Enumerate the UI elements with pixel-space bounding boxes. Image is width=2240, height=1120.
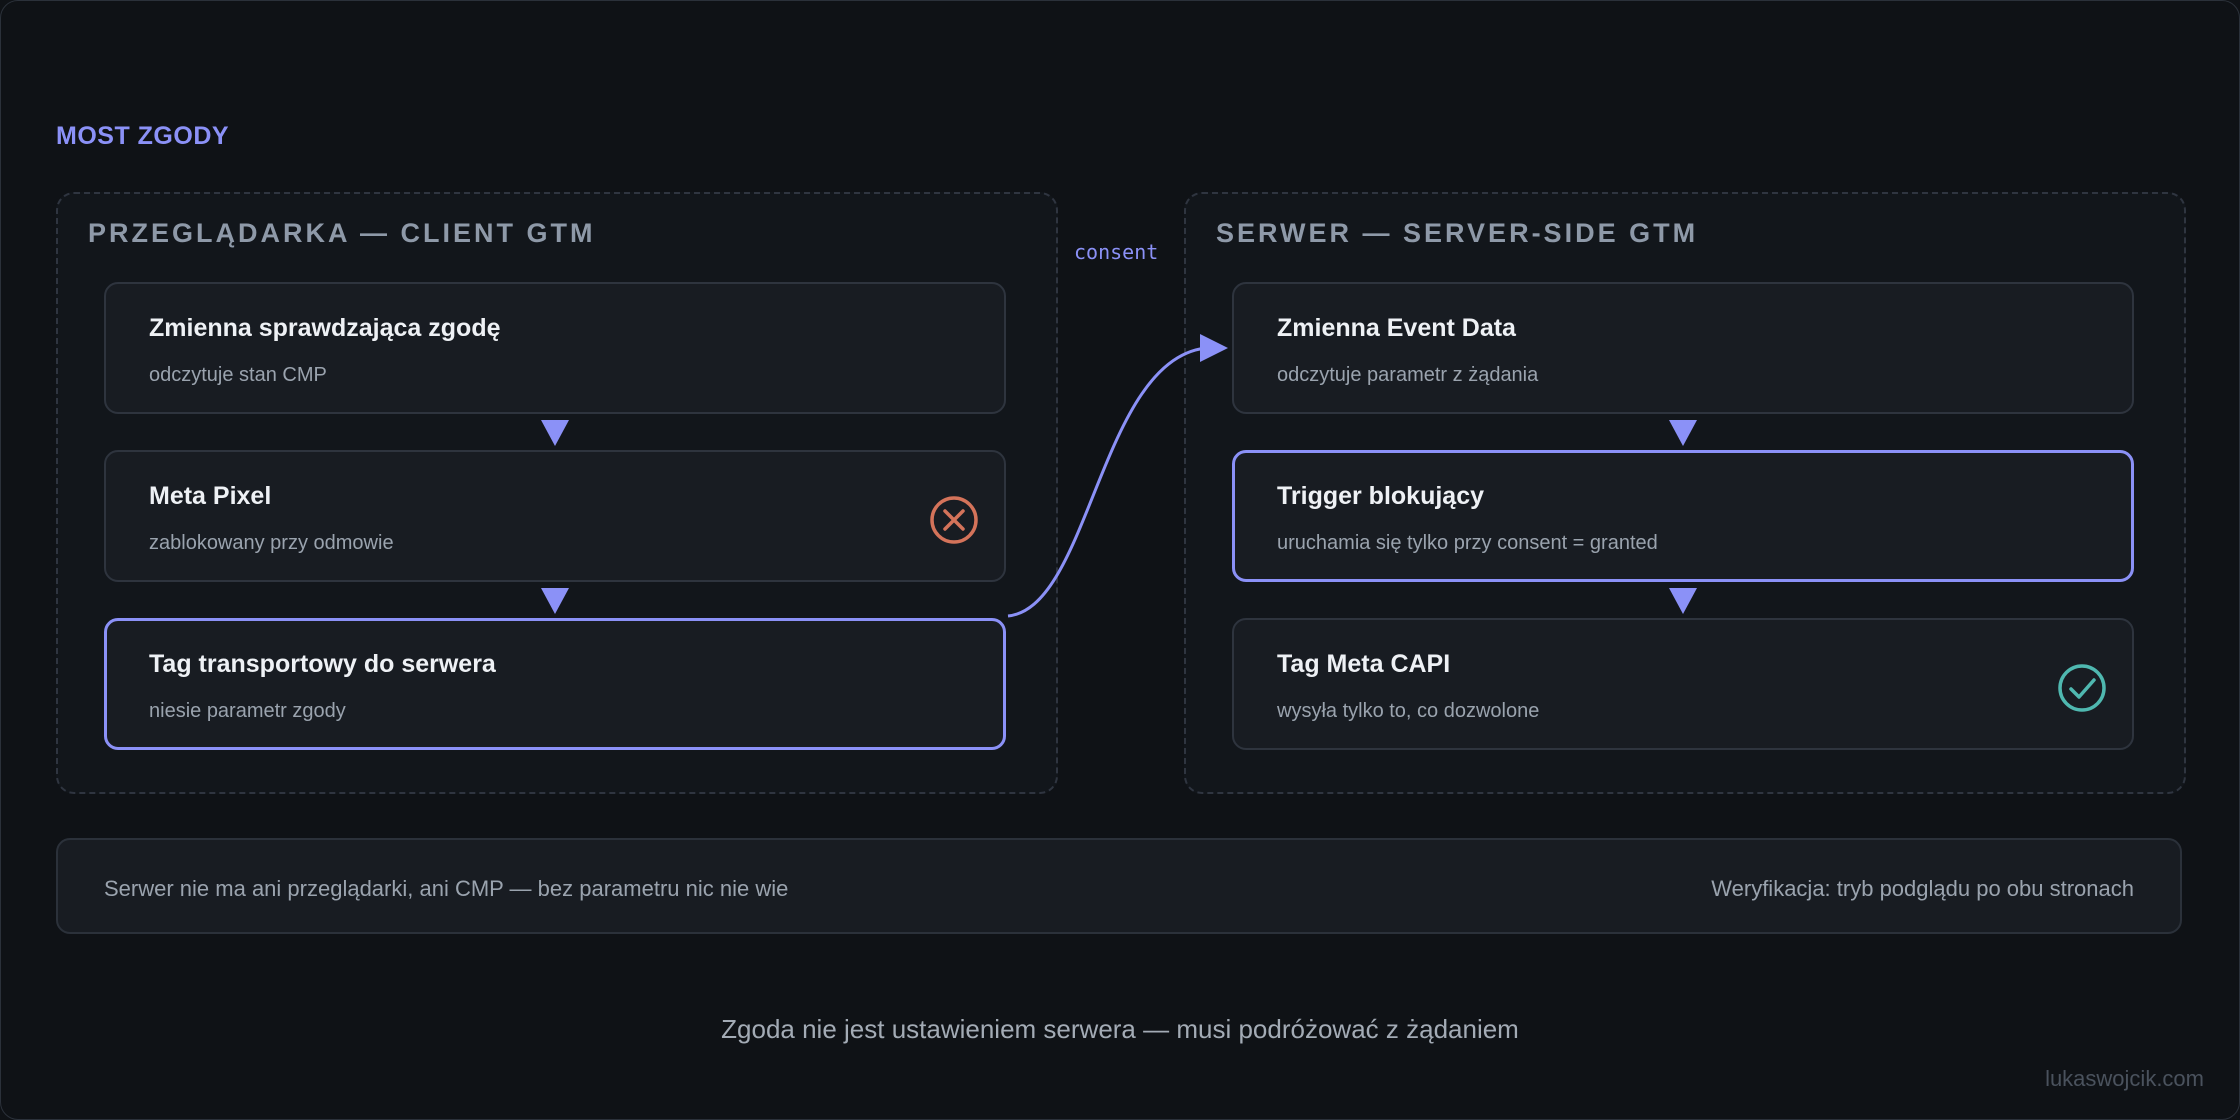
node-subtitle: uruchamia się tylko przy consent = grant… [1277,532,1658,554]
node-title: Tag Meta CAPI [1277,650,1451,678]
footer-caption: Zgoda nie jest ustawieniem serwera — mus… [721,1014,1519,1044]
node-subtitle: niesie parametr zgody [149,700,346,722]
node-subtitle: odczytuje stan CMP [149,364,327,386]
node-title: Meta Pixel [149,482,272,510]
node-subtitle: zablokowany przy odmowie [149,532,394,554]
down-arrow [1669,588,1697,614]
down-arrow [541,588,569,614]
blocking-trigger-node: Trigger blokujący uruchamia się tylko pr… [1232,450,2134,582]
down-arrow [1669,420,1697,446]
info-right-text: Weryfikacja: tryb podglądu po obu strona… [1711,876,2134,901]
meta-capi-tag-node: Tag Meta CAPI wysyła tylko to, co dozwol… [1232,618,2134,750]
browser-panel: PRZEGLĄDARKA — CLIENT GTM Zmienna sprawd… [56,192,1058,794]
consent-variable-node: Zmienna sprawdzająca zgodę odczytuje sta… [104,282,1006,414]
node-title: Zmienna Event Data [1277,314,1516,342]
server-panel-title: SERWER — SERVER-SIDE GTM [1216,218,1699,248]
info-left-text: Serwer nie ma ani przeglądarki, ani CMP … [104,876,789,901]
connector-label: consent [1074,240,1159,264]
blocked-x-icon [930,496,978,544]
meta-pixel-node: Meta Pixel zablokowany przy odmowie [104,450,1006,582]
node-subtitle: odczytuje parametr z żądania [1277,364,1539,386]
event-data-variable-node: Zmienna Event Data odczytuje parametr z … [1232,282,2134,414]
node-title: Tag transportowy do serwera [149,650,496,678]
server-panel: SERWER — SERVER-SIDE GTM Zmienna Event D… [1184,192,2186,794]
transport-tag-node: Tag transportowy do serwera niesie param… [104,618,1006,750]
watermark: lukaswojcik.com [2045,1066,2204,1091]
down-arrow [541,420,569,446]
check-circle-icon [2058,664,2106,712]
node-title: Trigger blokujący [1277,482,1485,510]
node-title: Zmienna sprawdzająca zgodę [149,314,501,342]
node-subtitle: wysyła tylko to, co dozwolone [1277,700,1540,722]
browser-panel-title: PRZEGLĄDARKA — CLIENT GTM [88,218,596,248]
diagram-title: MOST ZGODY [56,122,230,150]
info-bar: Serwer nie ma ani przeglądarki, ani CMP … [56,838,2182,934]
